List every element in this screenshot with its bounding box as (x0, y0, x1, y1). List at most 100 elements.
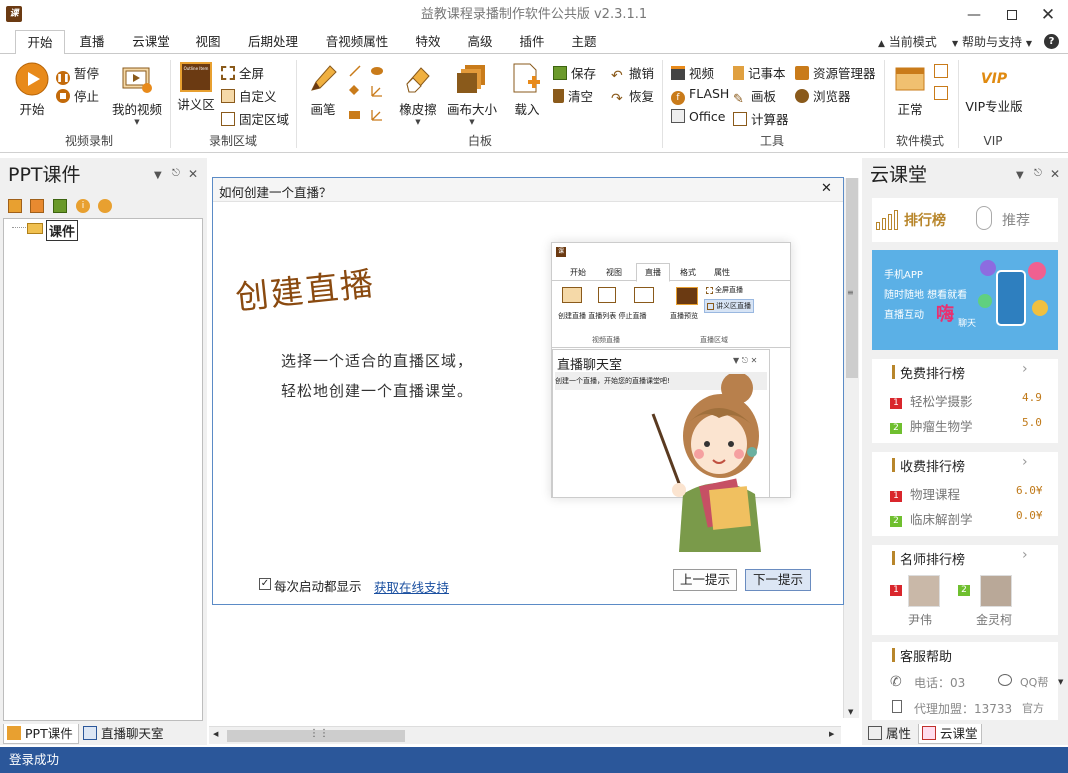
explorer-button[interactable]: 资源管理器 (795, 63, 876, 82)
next-tip-button[interactable]: 下一提示 (745, 569, 811, 591)
tab-av-properties[interactable]: 音视频属性 (321, 30, 393, 54)
pause-button[interactable]: ❚❚ 暂停 (56, 63, 99, 85)
browser-button[interactable]: 浏览器 (795, 86, 851, 105)
undo-button[interactable]: ↶ 撤销 (611, 63, 654, 83)
tab-view[interactable]: 视图 (188, 30, 228, 54)
fullscreen-button[interactable]: 全屏 (221, 63, 264, 82)
chevron-right-icon[interactable]: › (1022, 547, 1028, 563)
tab-ppt-courseware[interactable]: PPT课件 (3, 724, 79, 744)
tab-properties[interactable]: 属性 (865, 724, 915, 744)
rectangle-tool-icon[interactable] (349, 111, 360, 119)
minimize-button[interactable]: — (956, 0, 992, 30)
banner-text: 手机APP (884, 270, 923, 281)
close-pane-icon[interactable]: ✕ (188, 167, 198, 181)
ellipse-tool-icon[interactable] (371, 67, 383, 75)
tree-item-courseware[interactable]: 课件 (46, 220, 79, 241)
tab-live-chat[interactable]: 直播聊天室 (80, 724, 166, 744)
pin-icon[interactable]: ⎋ (1034, 168, 1042, 179)
vertical-scrollbar[interactable]: ≡ ▼ (843, 178, 859, 718)
line-tool-icon[interactable] (349, 65, 361, 77)
maximize-button[interactable] (994, 0, 1030, 30)
help-icon[interactable]: ? (1044, 34, 1059, 49)
add-folder-icon[interactable] (53, 199, 67, 213)
vip-pro-button[interactable]: VIP VIP专业版 (964, 62, 1024, 115)
preview-group-label: 直播区域 (700, 336, 728, 344)
online-support-link[interactable]: 获取在线支持 (374, 577, 449, 596)
edit-mode-icon[interactable] (934, 86, 948, 100)
delete-icon[interactable] (98, 199, 112, 213)
tab-cloud-class[interactable]: 云课堂 (126, 30, 176, 54)
current-mode-menu[interactable]: ▲ 当前模式 (878, 30, 937, 54)
redo-button[interactable]: ↷ 恢复 (611, 86, 654, 106)
list-item[interactable]: 2 肿瘤生物学 5.0 (890, 416, 1058, 435)
undo-icon: ↶ (611, 68, 623, 84)
show-on-startup-checkbox[interactable]: ✓ (259, 578, 271, 590)
start-record-button[interactable]: 开始 (14, 62, 50, 118)
load-button[interactable]: 载入 (510, 62, 544, 118)
close-button[interactable]: ✕ (1030, 0, 1066, 30)
list-item[interactable]: 1 轻松学摄影 4.9 (890, 391, 1058, 410)
chevron-right-icon[interactable]: › (1022, 361, 1028, 377)
close-pane-icon[interactable]: ✕ (1050, 167, 1060, 181)
pin-icon[interactable]: ⎋ (172, 168, 180, 179)
pen-button[interactable]: 画笔 (306, 62, 340, 118)
tab-post-processing[interactable]: 后期处理 (243, 30, 303, 54)
pane-dropdown-icon[interactable]: ▼ (154, 170, 162, 181)
support-official[interactable]: 官方 (1022, 700, 1044, 716)
support-qq[interactable]: QQ帮 (1020, 674, 1048, 690)
info-icon[interactable]: i (76, 199, 90, 213)
tab-live[interactable]: 直播 (72, 30, 112, 54)
axis-tool-icon[interactable] (371, 110, 382, 121)
qq-chat-icon[interactable] (998, 674, 1012, 686)
drawing-board-button[interactable]: ✎ 画板 (733, 86, 776, 107)
stop-button[interactable]: 停止 (56, 86, 99, 105)
tab-plugins[interactable]: 插件 (512, 30, 552, 54)
avatar[interactable] (908, 575, 940, 607)
angle-tool-icon[interactable] (371, 86, 382, 97)
banner-text: 直播互动 (884, 310, 924, 321)
fill-tool-icon[interactable] (349, 85, 359, 95)
custom-area-button[interactable]: 自定义 (221, 86, 277, 105)
lecture-area-button[interactable]: Outline Item 讲义区 (176, 62, 216, 113)
office-tool-button[interactable]: Office (671, 109, 726, 124)
list-item[interactable]: 2 临床解剖学 0.0¥ (890, 509, 1058, 528)
dialog-close-icon[interactable]: ✕ (821, 181, 832, 196)
clear-button[interactable]: 清空 (553, 86, 593, 105)
rank-badge: 1 (890, 491, 902, 502)
fixed-area-button[interactable]: 固定区域 (221, 109, 289, 128)
normal-mode-button[interactable]: 正常 (892, 62, 928, 118)
tab-cloud-class-bottom[interactable]: 云课堂 (918, 724, 982, 744)
flash-tool-button[interactable]: f FLASH (671, 86, 729, 105)
save-button[interactable]: 保存 (553, 63, 596, 82)
horizontal-scrollbar[interactable]: ◀ ⋮⋮ ▶ (209, 726, 841, 744)
eraser-button[interactable]: 橡皮擦 ▼ (396, 62, 440, 126)
canvas-size-button[interactable]: 画布大小 ▼ (446, 62, 498, 126)
video-tool-button[interactable]: 视频 (671, 63, 714, 82)
calculator-button[interactable]: 计算器 (733, 109, 789, 128)
tab-recommend[interactable]: 推荐 (1002, 210, 1030, 230)
avatar[interactable] (980, 575, 1012, 607)
my-video-button[interactable]: 我的视频 ▼ (110, 62, 164, 126)
pane-dropdown-icon[interactable]: ▼ (1016, 170, 1024, 181)
tab-effects[interactable]: 特效 (408, 30, 448, 54)
notepad-button[interactable]: 记事本 (733, 63, 786, 82)
add-ppt-icon[interactable] (8, 199, 22, 213)
scroll-down-icon[interactable]: ▼ (848, 708, 853, 716)
add-pdf-icon[interactable] (30, 199, 44, 213)
expand-icon[interactable] (934, 64, 948, 78)
help-support-menu[interactable]: ▼ 帮助与支持 ▼ (952, 30, 1032, 54)
tab-start[interactable]: 开始 (15, 30, 65, 54)
ppt-courseware-pane: PPT课件 ▼ ⎋ ✕ i 课件 PPT课件 直播聊天室 (0, 158, 207, 745)
scrollbar-thumb[interactable] (846, 178, 858, 378)
previous-tip-button[interactable]: 上一提示 (673, 569, 737, 591)
app-promo-banner[interactable]: 手机APP 随时随地 想看就看 直播互动 嗨 聊天 (872, 250, 1058, 350)
scroll-down-icon[interactable]: ▼ (1058, 678, 1063, 686)
tab-advanced[interactable]: 高级 (460, 30, 500, 54)
list-item[interactable]: 1 物理课程 6.0¥ (890, 484, 1058, 503)
tab-theme[interactable]: 主题 (564, 30, 604, 54)
scroll-left-icon[interactable]: ◀ (213, 730, 218, 738)
tab-ranking[interactable]: 排行榜 (904, 210, 946, 230)
group-label-software-mode: 软件模式 (895, 134, 944, 148)
scroll-right-icon[interactable]: ▶ (829, 730, 834, 738)
chevron-right-icon[interactable]: › (1022, 454, 1028, 470)
